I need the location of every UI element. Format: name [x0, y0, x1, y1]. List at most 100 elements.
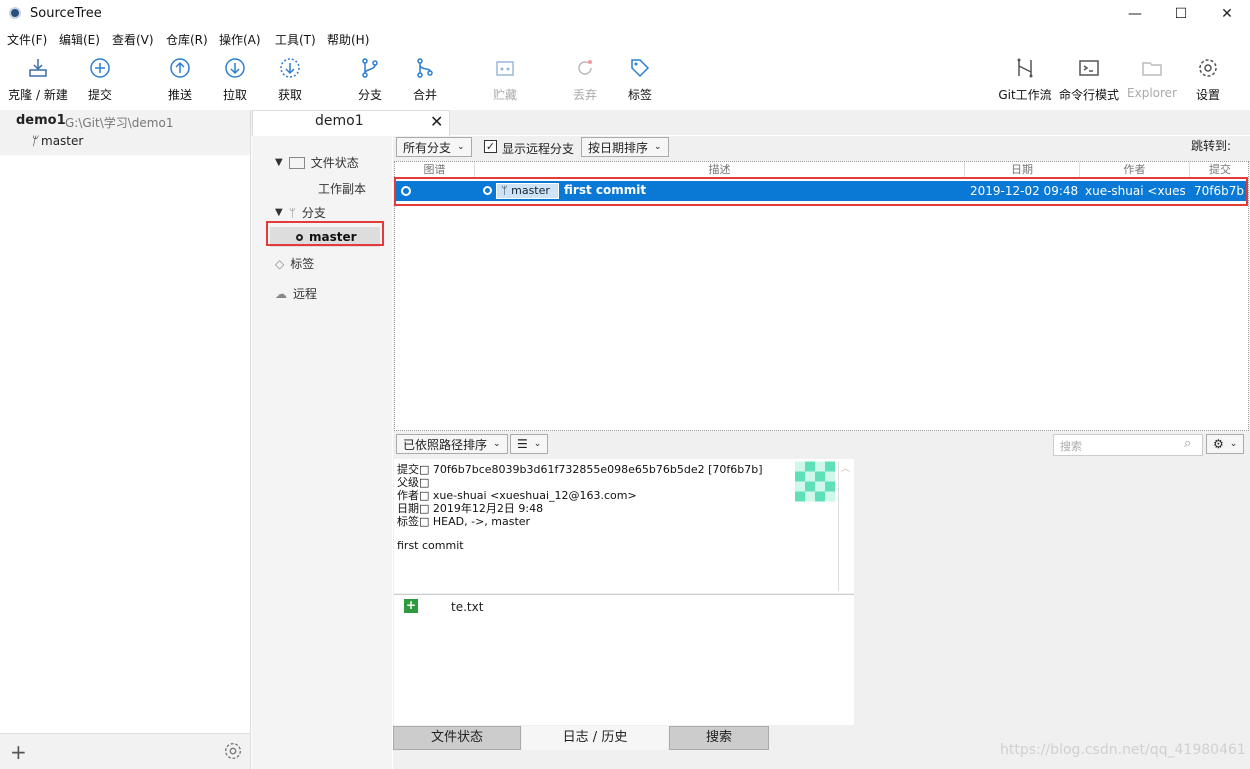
menu-file[interactable]: 文件(F) [7, 31, 47, 48]
sort-dropdown[interactable]: 按日期排序 ⌄ [581, 137, 669, 157]
avatar [795, 461, 835, 502]
terminal-label: 命令行模式 [1058, 88, 1119, 102]
nav-file-status[interactable]: ▼ 文件状态 [275, 154, 359, 171]
menu-actions[interactable]: 操作(A) [219, 31, 261, 48]
maximize-button[interactable]: ☐ [1158, 0, 1204, 28]
repository-branch: ᛘ master [30, 134, 83, 148]
nav-branches[interactable]: ▼ ᛘ 分支 [275, 204, 326, 221]
repository-sidebar [0, 110, 251, 769]
terminal-button[interactable]: 命令行模式 [1057, 56, 1121, 103]
chevron-down-icon: ⌄ [457, 142, 465, 152]
merge-icon [417, 58, 433, 78]
detail-tags: 标签□ HEAD, ->, master [397, 515, 531, 528]
sidebar-footer [0, 733, 250, 769]
bottom-tab-log[interactable]: 日志 / 历史 [522, 726, 668, 750]
column-header-date[interactable]: 日期 [965, 162, 1080, 177]
search-input[interactable]: 搜索 [1053, 434, 1203, 456]
nav-remotes-label: 远程 [293, 287, 318, 301]
repository-name: demo1 [16, 113, 66, 128]
file-name[interactable]: te.txt [451, 600, 483, 614]
tag-icon [631, 59, 650, 78]
bottom-tab-search[interactable]: 搜索 [669, 726, 769, 750]
gear-icon: ⚙ [1213, 437, 1224, 451]
detail-message: first commit [397, 539, 464, 552]
tag-icon: ◇ [275, 256, 285, 271]
folder-icon [1142, 62, 1162, 76]
title-bar [0, 0, 1250, 28]
column-header-author[interactable]: 作者 [1080, 162, 1190, 177]
nav-working-copy[interactable]: 工作副本 [318, 180, 366, 197]
details-scrollbar[interactable]: ︿ [838, 461, 852, 591]
nav-remotes[interactable]: ☁ 远程 [275, 285, 317, 302]
settings-label: 设置 [1195, 88, 1220, 102]
arrow-down-circle-icon [225, 58, 245, 78]
gear-icon [1199, 59, 1217, 77]
view-mode-dropdown[interactable]: ☰ ⌄ [510, 434, 549, 454]
menu-help[interactable]: 帮助(H) [327, 31, 369, 48]
menu-repository[interactable]: 仓库(R) [166, 31, 208, 48]
stash-label: 贮藏 [492, 88, 517, 102]
watermark: https://blog.csdn.net/qq_41980461 [1000, 742, 1246, 758]
stash-button[interactable]: 贮藏 [473, 56, 537, 103]
fetch-label: 获取 [277, 88, 302, 102]
gear-icon[interactable] [222, 740, 244, 762]
show-remote-checkbox[interactable]: ✓ [484, 140, 497, 153]
plus-circle-icon [90, 58, 110, 78]
column-header-description[interactable]: 描述 [475, 162, 965, 177]
explorer-label: Explorer [1127, 86, 1177, 100]
chevron-down-icon: ⌄ [654, 142, 662, 152]
menu-view[interactable]: 查看(V) [112, 31, 154, 48]
window-title: SourceTree [30, 6, 102, 21]
highlight-box [394, 177, 1248, 206]
search-icon: ⌕ [1184, 436, 1192, 451]
pull-label: 拉取 [222, 88, 247, 102]
options-dropdown[interactable]: ⚙ ⌄ [1206, 434, 1245, 454]
branch-filter-value: 所有分支 [403, 140, 452, 155]
gitflow-button[interactable]: Git工作流 [993, 56, 1057, 103]
arrow-up-circle-icon [170, 58, 190, 78]
clone-icon [29, 59, 47, 77]
chevron-down-icon: ⌄ [1229, 439, 1238, 449]
jump-to-label: 跳转到: [1191, 139, 1232, 153]
tab-close-icon[interactable]: ✕ [430, 112, 443, 131]
column-header-commit[interactable]: 提交 [1190, 162, 1250, 177]
terminal-icon [1079, 60, 1099, 76]
sort-by-path-value: 已依照路径排序 [403, 437, 488, 452]
file-added-icon: + [404, 598, 418, 613]
explorer-button[interactable]: Explorer [1120, 56, 1184, 100]
nav-branch-master-label: master [309, 230, 357, 244]
chevron-down-icon: ⌄ [493, 439, 501, 449]
add-repository-button[interactable]: + [10, 740, 27, 764]
minimize-button[interactable]: — [1112, 0, 1158, 28]
gitflow-icon [1017, 58, 1033, 78]
branch-icon [362, 58, 378, 78]
current-branch-icon [296, 233, 303, 241]
clone-label: 克隆 / 新建 [8, 88, 68, 102]
toolbar: 克隆 / 新建 提交 推送 拉取 获取 分支 合并 贮藏 丢弃 标签 Git工作… [0, 50, 1250, 110]
merge-button[interactable]: 合并 [393, 56, 457, 103]
clone-button[interactable]: 克隆 / 新建 [6, 56, 70, 103]
nav-tags[interactable]: ◇ 标签 [275, 255, 314, 272]
nav-branches-label: 分支 [301, 206, 326, 220]
sort-by-path-dropdown[interactable]: 已依照路径排序 ⌄ [396, 434, 508, 454]
column-header-graph[interactable]: 图谱 [395, 162, 475, 177]
branch-icon: ᛘ [30, 134, 42, 148]
branch-icon: ᛘ [288, 205, 296, 220]
commit-button[interactable]: 提交 [68, 56, 132, 103]
stash-icon [496, 61, 514, 76]
close-button[interactable]: ✕ [1204, 0, 1250, 28]
merge-label: 合并 [412, 88, 437, 102]
menu-tools[interactable]: 工具(T) [275, 31, 316, 48]
tag-button[interactable]: 标签 [608, 56, 672, 103]
sourcetree-logo-icon [9, 7, 21, 19]
branch-filter-dropdown[interactable]: 所有分支 ⌄ [396, 137, 472, 157]
tab-title: demo1 [315, 113, 364, 129]
menu-edit[interactable]: 编辑(E) [59, 31, 100, 48]
discard-icon [578, 60, 592, 75]
nav-branch-master-item[interactable]: master [296, 230, 357, 244]
settings-button[interactable]: 设置 [1176, 56, 1240, 103]
nav-file-status-label: 文件状态 [310, 156, 359, 170]
repository-branch-label: master [41, 134, 84, 148]
bottom-tab-file-status[interactable]: 文件状态 [393, 726, 521, 750]
fetch-button[interactable]: 获取 [258, 56, 322, 103]
